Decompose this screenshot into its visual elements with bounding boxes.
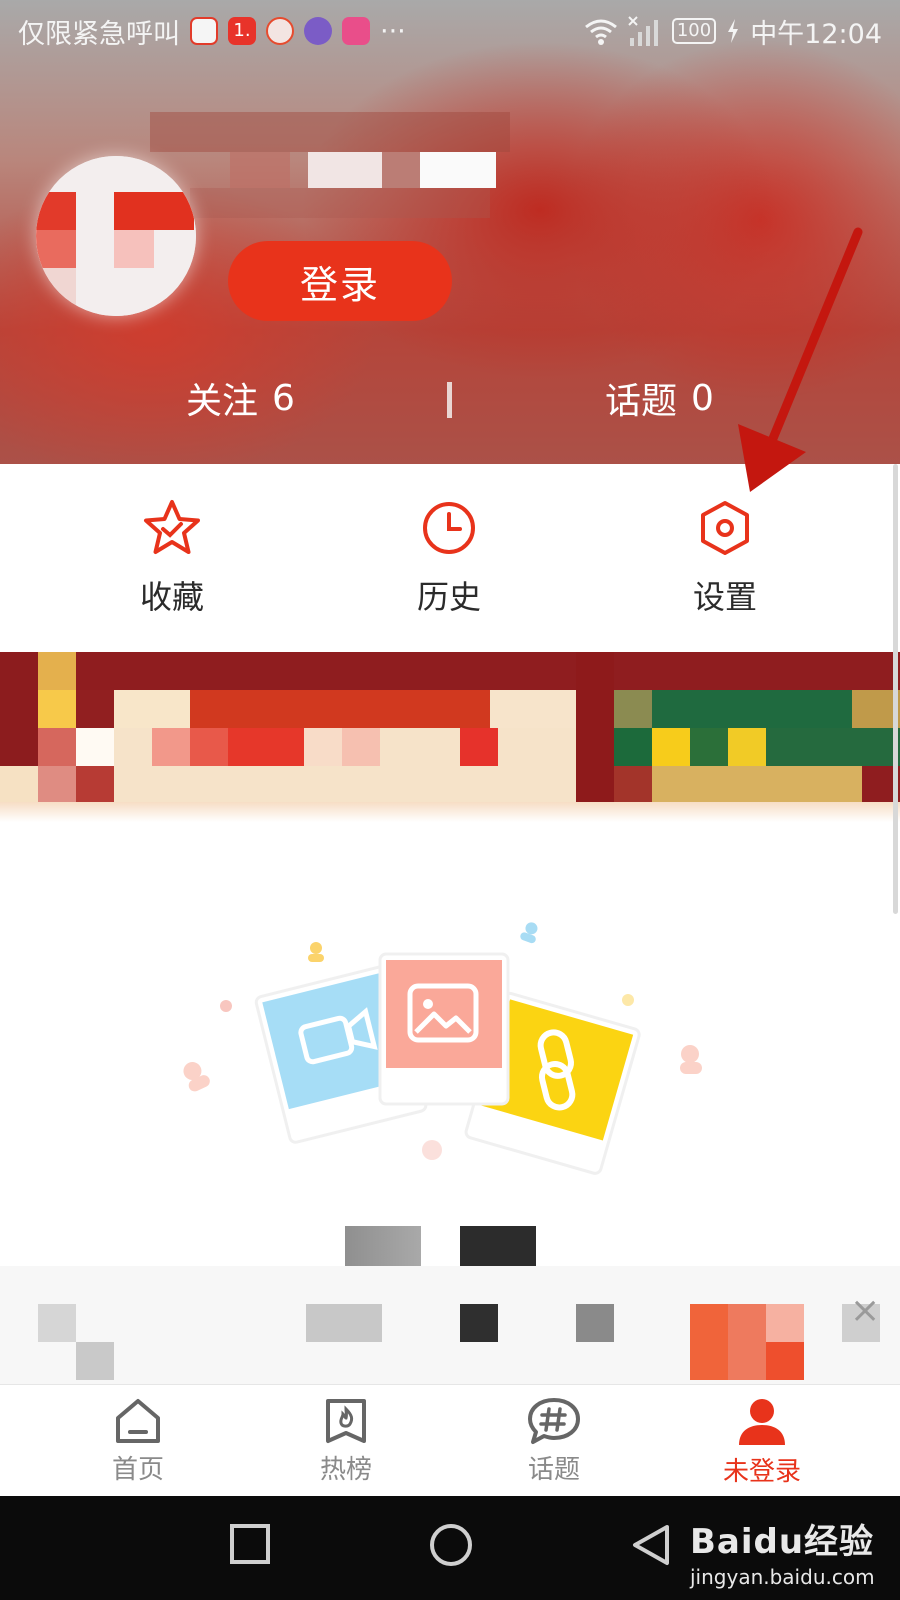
carrier-text: 仅限紧急呼叫 (18, 18, 180, 50)
profile-stats: 关注 6 话题 0 (0, 372, 900, 432)
nav-profile-label: 未登录 (722, 1457, 801, 1487)
signal-off-icon (628, 16, 658, 46)
nav-topics[interactable]: 话题 (484, 1397, 624, 1486)
nav-hot-list[interactable]: 热榜 (276, 1397, 416, 1486)
topics-count[interactable]: 话题 0 (605, 372, 714, 424)
more-notifications-indicator: ··· (380, 15, 406, 47)
scrollbar[interactable] (893, 464, 898, 914)
settings-button[interactable]: 设置 (645, 498, 805, 618)
user-icon (739, 1399, 785, 1445)
clock-icon (423, 502, 475, 554)
home-icon (116, 1399, 160, 1443)
status-bar: 仅限紧急呼叫 1. ··· 100 中午12:04 (0, 0, 900, 62)
charging-icon (728, 19, 739, 43)
system-navigation-bar: Baidu经验 jingyan.baidu.com (0, 1496, 900, 1600)
settings-label: 设置 (692, 578, 757, 616)
empty-state-text-censored-2 (460, 1226, 536, 1266)
quick-actions: 收藏 历史 设置 (0, 464, 900, 652)
empty-state-illustration (183, 922, 702, 1175)
topics-label: 话题 (605, 381, 678, 422)
music-app-icon (342, 17, 370, 45)
empty-state-text-censored (345, 1226, 421, 1266)
baidu-jingyan-watermark: Baidu经验 jingyan.baidu.com (690, 1514, 875, 1589)
history-label: 历史 (416, 578, 481, 616)
one-app-icon: 1. (228, 17, 256, 45)
hot-list-icon (326, 1399, 366, 1443)
ad-strip[interactable] (0, 1266, 900, 1384)
favorites-button[interactable]: 收藏 (92, 498, 252, 618)
nav-home[interactable]: 首页 (68, 1397, 208, 1486)
back-triangle-icon[interactable] (630, 1522, 672, 1568)
clock-time: 中午12:04 (750, 18, 882, 50)
history-button[interactable]: 历史 (369, 498, 529, 618)
stats-divider (447, 382, 452, 418)
home-circle-icon[interactable] (428, 1522, 474, 1568)
recent-apps-icon[interactable] (228, 1522, 272, 1566)
bottom-navigation: 首页 热榜 话题 未登录 (0, 1384, 900, 1496)
nav-hot-list-label: 热榜 (319, 1455, 372, 1485)
username-censored (150, 112, 510, 222)
topic-hash-icon (528, 1398, 580, 1444)
sina-app-icon (190, 17, 218, 45)
profile-header: 仅限紧急呼叫 1. ··· 100 中午12:04 登录 关注 6 话题 0 (0, 0, 900, 464)
ad-close-icon[interactable]: × (850, 1290, 880, 1331)
battery-icon: 100 (671, 18, 717, 44)
nav-topics-label: 话题 (527, 1455, 580, 1485)
topics-value: 0 (691, 377, 714, 419)
watermark-main: Baidu经验 (690, 1522, 875, 1562)
hexagon-gear-icon (701, 501, 749, 555)
watermark-sub: jingyan.baidu.com (690, 1565, 875, 1589)
following-count[interactable]: 关注 6 (186, 372, 295, 424)
following-label: 关注 (186, 381, 259, 422)
nav-profile[interactable]: 未登录 (692, 1397, 832, 1488)
nav-home-label: 首页 (111, 1455, 164, 1485)
news-app-icon (266, 17, 294, 45)
wifi-icon (584, 19, 617, 45)
browser-app-icon (304, 17, 332, 45)
avatar[interactable] (36, 156, 196, 316)
login-button[interactable]: 登录 (228, 241, 452, 321)
following-value: 6 (272, 377, 295, 419)
favorites-label: 收藏 (139, 578, 204, 616)
promo-banner[interactable] (0, 652, 900, 822)
star-check-icon (144, 500, 200, 554)
